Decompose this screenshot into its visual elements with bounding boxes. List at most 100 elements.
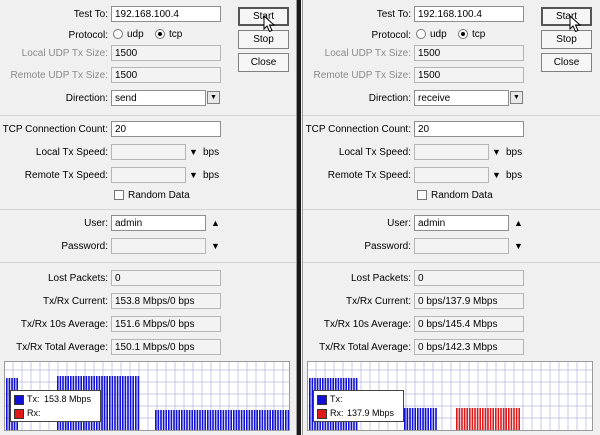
tx-bar [137,376,140,430]
local-tx-speed-input[interactable] [414,144,489,160]
protocol-tcp-radio[interactable] [458,29,468,39]
test-to-input[interactable]: 192.168.100.4 [111,6,221,22]
tx-color-swatch [317,395,327,405]
dropdown-arrow-icon[interactable]: ▼ [207,91,220,104]
password-label: Password: [364,241,411,252]
tx-bar [261,410,264,430]
tx-bar [155,410,157,430]
direction-select[interactable]: receive [414,90,509,106]
total-avg-row: Tx/Rx Total Average: 150.1 Mbps/0 bps [0,339,230,357]
tx-bar [194,410,196,430]
tx-bar [427,408,429,430]
conn-count-input[interactable]: 20 [414,121,524,137]
protocol-row: Protocol: udp tcp [303,27,533,45]
tx-bar [432,408,435,430]
rx-bar [479,408,481,430]
tx-bar [435,408,437,430]
tx-bar [248,410,251,430]
start-button[interactable]: Start [541,7,592,26]
avg10-label: Tx/Rx 10s Average: [323,319,411,330]
separator [0,209,296,210]
tx-bar [178,410,180,430]
local-tx-speed-row: Local Tx Speed: ▼ bps [303,144,533,162]
close-button[interactable]: Close [541,53,592,72]
triangle-up-icon[interactable]: ▲ [514,217,523,229]
legend-rx-row: Rx: [14,408,100,420]
rx-bar [466,408,468,430]
password-input[interactable] [111,238,206,254]
triangle-down-icon[interactable]: ▼ [189,169,198,181]
tx-bar [196,410,199,430]
triangle-up-icon[interactable]: ▲ [211,217,220,229]
current-label: Tx/Rx Current: [42,296,108,307]
tx-bar [201,410,204,430]
local-udp-size-input[interactable]: 1500 [111,45,221,61]
tx-bar [225,410,227,430]
user-input[interactable]: admin [111,215,206,231]
tx-bar [111,376,114,430]
stop-button[interactable]: Stop [541,30,592,49]
local-tx-speed-input[interactable] [111,144,186,160]
rx-color-swatch [317,409,327,419]
remote-tx-speed-input[interactable] [111,167,186,183]
direction-select[interactable]: send [111,90,206,106]
remote-tx-speed-input[interactable] [414,167,489,183]
rx-bar [495,408,497,430]
rx-bar [487,408,489,430]
test-to-label: Test To: [73,9,108,20]
test-to-input[interactable]: 192.168.100.4 [414,6,524,22]
tx-bar [204,410,206,430]
tx-bar [287,410,289,430]
rx-bar [502,408,505,430]
tx-bar [170,410,173,430]
remote-tx-speed-row: Remote Tx Speed: ▼ bps [0,167,230,185]
protocol-udp-radio[interactable] [113,29,123,39]
password-input[interactable] [414,238,509,254]
tx-bar [419,408,422,430]
triangle-down-icon[interactable]: ▼ [189,146,198,158]
close-button[interactable]: Close [238,53,289,72]
lost-packets-value: 0 [111,270,221,286]
user-input[interactable]: admin [414,215,509,231]
tx-bar [246,410,248,430]
dropdown-arrow-icon[interactable]: ▼ [510,91,523,104]
tx-bar [132,376,134,430]
tx-bar [209,410,212,430]
remote-udp-size-input[interactable]: 1500 [111,67,221,83]
tx-bar [124,376,127,430]
remote-udp-size-label: Remote UDP Tx Size: [10,70,108,81]
protocol-udp-radio[interactable] [416,29,426,39]
conn-count-input[interactable]: 20 [111,121,221,137]
rx-bar [492,408,494,430]
triangle-down-icon[interactable]: ▼ [492,169,501,181]
graph-legend: Tx: Rx: 137.9 Mbps [313,390,404,422]
tx-bar [106,376,108,430]
random-data-checkbox[interactable] [417,190,427,200]
tx-bar [238,410,240,430]
traffic-graph: Tx: 153.8 Mbps Rx: [4,361,290,431]
protocol-label: Protocol: [371,30,411,41]
lost-packets-label: Lost Packets: [350,273,411,284]
user-label: User: [387,218,411,229]
triangle-down-icon[interactable]: ▼ [211,240,220,252]
local-udp-size-label: Local UDP Tx Size: [324,48,411,59]
random-data-checkbox[interactable] [114,190,124,200]
remote-udp-size-input[interactable]: 1500 [414,67,524,83]
tx-bar [251,410,253,430]
tx-bar [129,376,132,430]
tx-bar [233,410,235,430]
rx-bar [469,408,471,430]
triangle-down-icon[interactable]: ▼ [492,146,501,158]
direction-label: Direction: [65,93,108,104]
protocol-tcp-radio[interactable] [155,29,165,39]
rx-bar [515,408,518,430]
separator [303,262,600,263]
triangle-down-icon[interactable]: ▼ [514,240,523,252]
avg10-value: 151.6 Mbps/0 bps [111,316,221,332]
rx-bar [518,408,520,430]
local-udp-size-input[interactable]: 1500 [414,45,524,61]
tx-bar [414,408,416,430]
avg10-row: Tx/Rx 10s Average: 0 bps/145.4 Mbps [303,316,533,334]
tx-bar [119,376,121,430]
traffic-graph: Tx: Rx: 137.9 Mbps [307,361,593,431]
